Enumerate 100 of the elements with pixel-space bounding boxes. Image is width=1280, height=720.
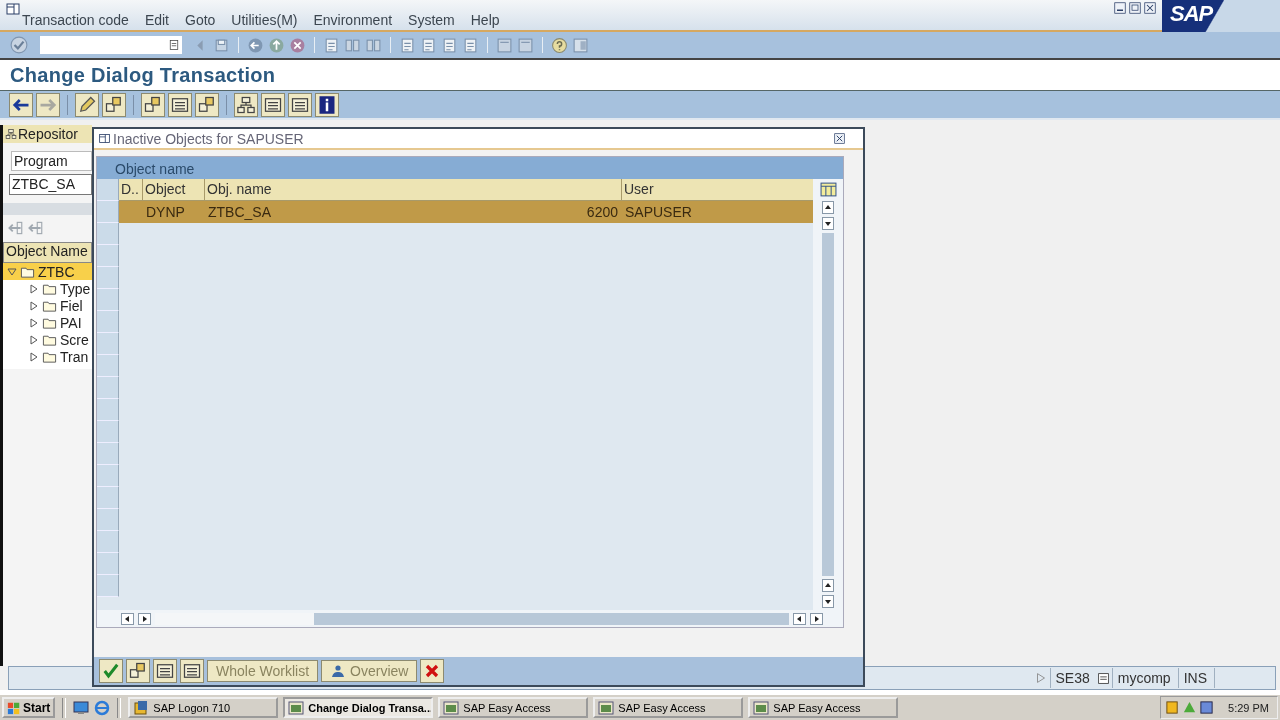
taskbar-button[interactable]: SAP Easy Access	[438, 697, 589, 718]
row-selector[interactable]	[97, 223, 119, 245]
row-selector[interactable]	[97, 355, 119, 377]
column-header[interactable]: Object	[143, 179, 205, 201]
command-field[interactable]	[40, 36, 182, 54]
node-label: ZTBC	[38, 263, 75, 280]
select-all-button[interactable]	[97, 179, 119, 201]
row-selector[interactable]	[97, 245, 119, 267]
info-icon[interactable]	[315, 92, 339, 117]
row-selector[interactable]	[97, 509, 119, 531]
layout-icon[interactable]	[572, 36, 589, 54]
minimize-icon[interactable]	[1114, 2, 1126, 14]
cancel-icon[interactable]	[420, 659, 445, 683]
column-settings-icon[interactable]	[819, 181, 837, 198]
column-header[interactable]: Obj. name	[205, 179, 622, 201]
up-arrow-circle-icon[interactable]	[268, 36, 285, 54]
expander-icon[interactable]	[29, 334, 39, 345]
back-arrow-circle-icon[interactable]	[247, 36, 264, 54]
navigator-tab[interactable]: Repositor	[3, 125, 92, 143]
scroll-left-icon[interactable]	[121, 612, 134, 625]
menu-item[interactable]: Edit	[144, 12, 169, 28]
object-type-dropdown[interactable]: Program	[11, 151, 92, 171]
menu-item[interactable]: Utilities(M)	[231, 12, 298, 28]
taskbar-button[interactable]: SAP Easy Access	[748, 697, 899, 718]
insert-mode: INS	[1177, 668, 1212, 688]
menu-item[interactable]: Transaction code	[22, 12, 129, 28]
scroll-up-icon[interactable]	[822, 201, 834, 214]
system-menu-icon[interactable]	[98, 132, 111, 145]
row-selector[interactable]	[97, 465, 119, 487]
new-window-icon[interactable]	[496, 36, 513, 54]
cancel-icon[interactable]	[289, 36, 306, 54]
row-selector[interactable]	[97, 443, 119, 465]
tree-node[interactable]: PAI	[3, 314, 92, 331]
list-icon[interactable]	[153, 659, 177, 683]
expander-icon[interactable]	[29, 300, 39, 311]
row-selector[interactable]	[97, 421, 119, 443]
table-row[interactable]: DYNP ZTBC_SA 6200 SAPUSER	[97, 201, 813, 223]
taskbar-button[interactable]: SAP Logon 710	[128, 697, 279, 718]
object-name-field[interactable]: ZTBC_SA	[9, 174, 92, 195]
row-selector[interactable]	[97, 531, 119, 553]
back-nav-icon[interactable]	[6, 219, 24, 237]
restore-icon[interactable]	[1129, 2, 1141, 14]
scroll-left-icon[interactable]	[793, 612, 806, 625]
tree-node[interactable]: Scre	[3, 331, 92, 348]
scroll-down-icon[interactable]	[822, 217, 834, 230]
menu-item[interactable]: Help	[470, 12, 500, 28]
tree-node[interactable]: Tran	[3, 348, 92, 365]
tree-node[interactable]: ZTBC	[3, 263, 92, 280]
row-selector[interactable]	[97, 399, 119, 421]
tree-node[interactable]: Type	[3, 280, 92, 297]
person-icon[interactable]	[330, 663, 347, 679]
close-icon[interactable]	[1144, 2, 1156, 14]
pencil-icon[interactable]	[75, 92, 99, 117]
vertical-scrollbar[interactable]	[822, 201, 834, 610]
start-button[interactable]: Start	[2, 697, 56, 718]
node-label: Tran	[60, 348, 89, 365]
scroll-up-icon[interactable]	[822, 579, 834, 592]
confirm-icon[interactable]	[99, 659, 123, 683]
menu-item[interactable]: Goto	[185, 12, 216, 28]
close-icon[interactable]	[834, 133, 845, 144]
tree-node[interactable]: Fiel	[3, 297, 92, 314]
scroll-down-icon[interactable]	[822, 595, 834, 608]
horizontal-scrollbar[interactable]	[97, 610, 843, 627]
expander-icon[interactable]	[29, 317, 39, 328]
section-header: Object name	[97, 157, 843, 179]
row-selector[interactable]	[97, 333, 119, 355]
help-icon[interactable]	[551, 36, 568, 54]
column-header[interactable]: User	[622, 179, 813, 201]
tree-icon[interactable]	[234, 92, 258, 117]
expander-icon[interactable]	[7, 266, 17, 277]
row-selector[interactable]	[97, 311, 119, 333]
tray-icon[interactable]	[1199, 700, 1215, 715]
tray-icon[interactable]	[1182, 700, 1198, 715]
row-selector[interactable]	[97, 575, 119, 597]
desktop-icon[interactable]	[73, 699, 90, 716]
objects-icon[interactable]	[126, 659, 150, 683]
row-selector[interactable]	[97, 201, 119, 223]
objects-icon[interactable]	[102, 92, 126, 117]
row-selector[interactable]	[97, 377, 119, 399]
row-selector[interactable]	[97, 267, 119, 289]
browser-icon[interactable]	[94, 699, 111, 716]
taskbar-button[interactable]: SAP Easy Access	[593, 697, 744, 718]
tree-icon[interactable]	[5, 128, 17, 140]
list-icon[interactable]	[168, 92, 192, 117]
row-selector[interactable]	[97, 553, 119, 575]
scroll-right-icon[interactable]	[138, 612, 151, 625]
scroll-right-icon[interactable]	[810, 612, 823, 625]
row-selector[interactable]	[97, 487, 119, 509]
row-selector[interactable]	[97, 289, 119, 311]
enter-icon[interactable]	[10, 36, 28, 54]
node-label: PAI	[60, 314, 82, 331]
windows-flag-icon[interactable]	[7, 700, 21, 715]
system-menu-icon[interactable]	[5, 1, 21, 17]
column-header[interactable]: D..	[119, 179, 143, 201]
menu-item[interactable]: System	[408, 12, 455, 28]
tray-icon[interactable]	[1165, 700, 1181, 715]
menu-item[interactable]: Environment	[313, 12, 393, 28]
expander-icon[interactable]	[29, 351, 39, 362]
expander-icon[interactable]	[29, 283, 39, 294]
scrollbar[interactable]	[3, 203, 92, 215]
